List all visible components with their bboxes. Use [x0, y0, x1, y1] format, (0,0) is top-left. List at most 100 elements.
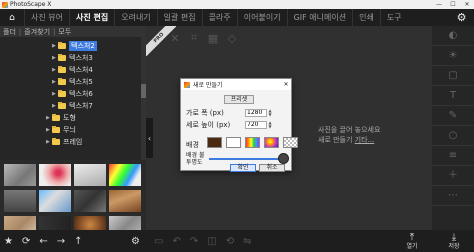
tab-batch[interactable]: 일괄 편집: [156, 9, 202, 26]
forward-arrow-icon[interactable]: →: [57, 236, 65, 247]
dialog-close-icon[interactable]: ✕: [281, 81, 291, 88]
folder-tree: ▶ 텍스처2 ▶ 텍스처3 ▶ 텍스처4 ▶ 텍스처5 ▶ 텍스처6 ▶ 텍스처…: [0, 37, 146, 160]
swatch-transparent[interactable]: [283, 137, 298, 148]
folder-icon: [52, 126, 60, 133]
redo-icon[interactable]: ↷: [190, 236, 198, 247]
star-icon[interactable]: ★: [4, 236, 13, 247]
width-row: 가로 폭 (px) ▲▼: [186, 108, 273, 117]
ok-button[interactable]: 확인: [230, 164, 256, 172]
tab-combine[interactable]: 이어붙이기: [236, 9, 287, 26]
layers-icon[interactable]: ≡: [432, 146, 474, 166]
swatch-brown[interactable]: [207, 137, 222, 148]
close-button[interactable]: ✕: [460, 1, 474, 8]
grid-icon[interactable]: ▦: [206, 32, 220, 45]
tab-tools[interactable]: 도구: [379, 9, 408, 26]
folder-icon: [58, 102, 66, 109]
tree-item[interactable]: ▶ 텍스처3: [52, 53, 93, 63]
text-icon[interactable]: T: [432, 86, 474, 106]
background-label: 배경: [186, 141, 199, 149]
tab-gif[interactable]: GIF 애니메이션: [286, 9, 353, 26]
settings-gear-icon[interactable]: ⚙: [455, 11, 468, 24]
tab-cut-out[interactable]: 오려내기: [114, 9, 156, 26]
refresh-icon[interactable]: ⟳: [22, 236, 30, 247]
tab-collage[interactable]: 콜라주: [201, 9, 237, 26]
tree-item[interactable]: ▶ 텍스처5: [52, 77, 93, 87]
close-x-icon[interactable]: ✕: [168, 32, 182, 45]
more-link[interactable]: 기타...: [355, 136, 375, 144]
save-button[interactable]: ⤓ 저장: [442, 232, 466, 250]
left-toolbar: ★ ⟳ ← → ↑ ⚙: [0, 230, 146, 252]
folder-icon: [52, 114, 60, 121]
texture-thumbnail[interactable]: [74, 164, 106, 186]
tab-all[interactable]: 모두: [55, 27, 74, 37]
texture-thumbnail[interactable]: [109, 164, 141, 186]
open-button[interactable]: ⤒ 열기: [400, 232, 424, 250]
tab-editor[interactable]: 사진 편집: [68, 9, 114, 26]
gear-icon[interactable]: ⚙: [131, 236, 140, 247]
folder-icon: [58, 42, 66, 49]
new-image-dialog: 새로 만들기 ✕ 프리셋 가로 폭 (px) ▲▼ 세로 높이 (px) ▲▼ …: [180, 78, 298, 172]
tree-item[interactable]: ▶ 도형: [46, 113, 76, 123]
swatch-rainbow[interactable]: [245, 137, 260, 148]
tab-folder[interactable]: 폴더: [0, 27, 19, 37]
drop-hint: 사진을 끌어 놓으세요 새로 만들기 기타...: [318, 126, 381, 144]
tree-item[interactable]: ▶ 텍스처4: [52, 65, 93, 75]
width-stepper[interactable]: ▲ ▼: [267, 108, 273, 117]
tab-favorites[interactable]: 즐겨찾기: [21, 27, 53, 37]
upload-icon: ⤒: [409, 232, 415, 243]
tab-viewer[interactable]: 사진 뷰어: [24, 9, 69, 26]
filter-icon[interactable]: ◐: [432, 26, 474, 46]
preset-button[interactable]: 프리셋: [224, 95, 254, 104]
texture-thumbnail[interactable]: [109, 190, 141, 212]
app-icon: [2, 1, 8, 8]
tab-print[interactable]: 인쇄: [352, 9, 380, 26]
minimize-button[interactable]: —: [432, 1, 446, 8]
height-input[interactable]: [245, 120, 267, 129]
plus-icon[interactable]: ＋: [432, 166, 474, 186]
zoom-icon[interactable]: ▭: [154, 236, 163, 247]
tree-item[interactable]: ▶ 프레임: [46, 137, 82, 147]
tree-item[interactable]: ▶ 무늬: [46, 125, 76, 135]
title-bar: PhotoScape X — ☐ ✕: [0, 0, 474, 9]
texture-thumbnail[interactable]: [4, 164, 36, 186]
shape-icon[interactable]: ◇: [225, 32, 239, 45]
crop-icon[interactable]: ⌗: [187, 31, 201, 45]
maximize-button[interactable]: ☐: [446, 1, 460, 8]
app-window: PhotoScape X — ☐ ✕ ⌂ 사진 뷰어 사진 편집 오려내기 일괄…: [0, 0, 474, 252]
texture-thumbnail[interactable]: [39, 164, 71, 186]
collapse-panel-handle[interactable]: ‹: [146, 118, 153, 158]
texture-thumbnail[interactable]: [74, 190, 106, 212]
width-input[interactable]: [245, 108, 267, 117]
undo-icon[interactable]: ↶: [172, 236, 180, 247]
height-stepper[interactable]: ▲ ▼: [267, 120, 273, 129]
frame-icon[interactable]: ▢: [432, 66, 474, 86]
compare-icon[interactable]: ◫: [207, 236, 216, 247]
opacity-slider-knob[interactable]: [278, 153, 289, 164]
rotate-icon[interactable]: ⟲: [226, 236, 234, 247]
folder-tabs: 폴더 | 즐겨찾기 | 모두: [0, 26, 146, 37]
app-icon: [184, 81, 190, 88]
tree-item[interactable]: ▶ 텍스처6: [52, 89, 93, 99]
folder-icon: [58, 90, 66, 97]
swatch-gradient[interactable]: [264, 137, 279, 148]
swatch-white[interactable]: [226, 137, 241, 148]
tree-item[interactable]: ▶ 텍스처2: [52, 41, 97, 51]
texture-thumbnail[interactable]: [39, 190, 71, 212]
tree-item[interactable]: ▶ 텍스처7: [52, 101, 93, 111]
more-icon[interactable]: ⋯: [432, 186, 474, 206]
back-arrow-icon[interactable]: ←: [39, 236, 47, 247]
up-arrow-icon[interactable]: ↑: [74, 236, 82, 247]
circle-icon[interactable]: ○: [432, 126, 474, 146]
height-label: 세로 높이 (px): [186, 120, 231, 129]
new-link[interactable]: 새로 만들기: [318, 136, 352, 144]
window-title: PhotoScape X: [10, 1, 52, 8]
background-swatches: [207, 137, 298, 148]
cancel-button[interactable]: 취소: [259, 164, 285, 172]
opacity-slider[interactable]: [209, 158, 279, 160]
opacity-label: 배경 불투명도: [186, 152, 205, 166]
home-icon[interactable]: ⌂: [0, 9, 24, 26]
brush-icon[interactable]: ✎: [432, 106, 474, 126]
flip-icon[interactable]: ⇋: [243, 236, 251, 247]
texture-thumbnail[interactable]: [4, 190, 36, 212]
sun-icon[interactable]: ☀: [432, 46, 474, 66]
